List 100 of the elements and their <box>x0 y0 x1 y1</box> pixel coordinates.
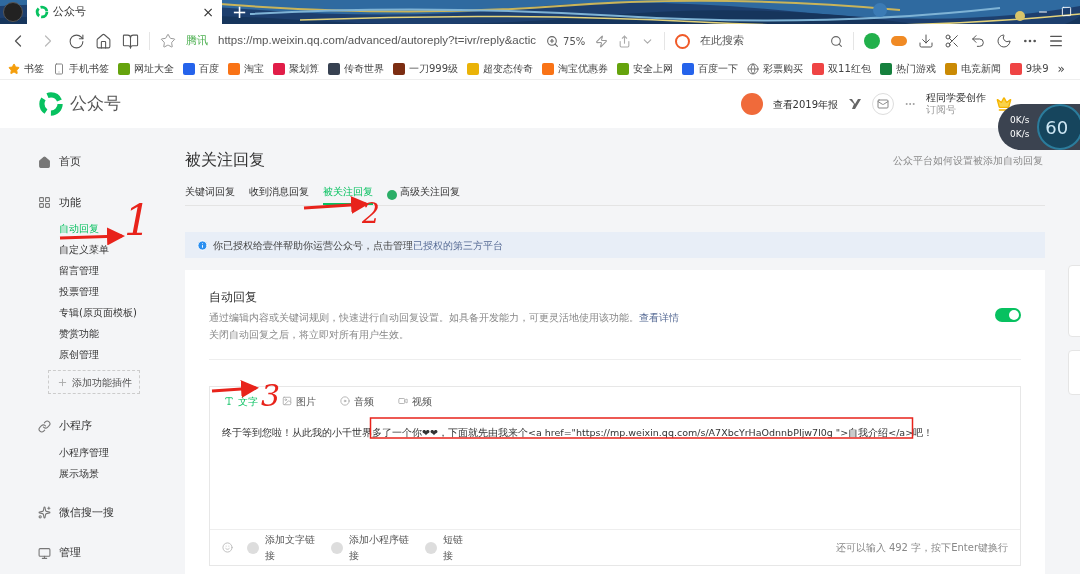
section-icon <box>38 196 51 210</box>
tool-link[interactable]: 添加文字链接 <box>265 531 317 564</box>
tool-link[interactable]: 添加小程序链接 <box>349 531 411 564</box>
tab-close[interactable]: × <box>202 1 214 23</box>
annual-report-link[interactable]: 查看2019年报 <box>772 96 838 112</box>
bookmark-item[interactable]: 淘宝 <box>244 61 264 76</box>
details-link[interactable]: 查看详情 <box>639 312 679 323</box>
section-icon <box>38 419 51 433</box>
site-icon <box>183 62 195 75</box>
site-icon <box>1009 62 1022 75</box>
report-icon[interactable] <box>740 93 763 115</box>
bookmark-item[interactable]: 彩票购买 <box>763 61 804 76</box>
zoom-level[interactable]: 75% <box>563 33 586 49</box>
sidebar-item[interactable]: 赞赏功能 <box>59 326 180 341</box>
section-title: 自动回复 <box>209 289 258 306</box>
sidebar-section[interactable]: 微信搜一搜 <box>59 504 114 521</box>
night-mode-icon[interactable] <box>996 33 1013 49</box>
info-icon <box>197 239 208 251</box>
bookmark-item[interactable]: 手机书签 <box>69 61 109 76</box>
zoom-icon[interactable] <box>546 34 559 48</box>
bookmark-item[interactable]: 百度 <box>199 61 219 76</box>
bookmark-item[interactable]: 9块9 <box>1025 61 1049 76</box>
content-type-tab[interactable]: 图片 <box>296 393 316 409</box>
search-field[interactable]: 在此搜索 <box>700 32 821 50</box>
page-tab[interactable]: 高级关注回复 <box>400 184 460 205</box>
search-engine-icon[interactable] <box>675 33 691 49</box>
sidebar-item[interactable]: 展示场景 <box>59 465 180 481</box>
new-tab-button[interactable]: + <box>232 3 248 21</box>
page-tab[interactable]: 收到消息回复 <box>249 184 309 205</box>
site-icon <box>273 62 285 75</box>
bookmark-item[interactable]: 传奇世界 <box>344 61 384 76</box>
notice-link[interactable]: 已授权的第三方平台 <box>413 239 503 251</box>
lightning-icon[interactable] <box>595 34 609 48</box>
menu-icon[interactable] <box>1048 33 1065 49</box>
speed-widget[interactable]: 0K/s 0K/s 60 <box>998 104 1080 150</box>
sidebar-section[interactable]: 首页 <box>59 154 81 171</box>
plugin-icon <box>387 189 397 200</box>
home-icon[interactable] <box>95 32 112 50</box>
type-icon <box>340 396 350 406</box>
browser-tab[interactable]: 公众号 × <box>27 0 222 24</box>
scissors-icon[interactable] <box>944 33 961 49</box>
bookmark-item[interactable]: 淘宝优惠券 <box>558 61 609 76</box>
sidebar-section[interactable]: 功能 <box>59 194 81 211</box>
reload-icon[interactable] <box>68 32 85 50</box>
sidebar-item[interactable]: 小程序管理 <box>59 444 180 460</box>
phone-icon <box>53 62 65 75</box>
tool-link[interactable]: 短链接 <box>443 531 465 564</box>
maximize-icon[interactable] <box>1061 6 1072 17</box>
y-icon[interactable] <box>848 98 862 110</box>
star-icon[interactable] <box>160 33 176 49</box>
account-name[interactable]: 程同学爱创作 <box>926 91 986 104</box>
link-icon <box>247 541 259 554</box>
bookmark-item[interactable]: 百度一下 <box>698 61 739 76</box>
bookmark-item[interactable]: 双11红包 <box>828 61 871 76</box>
bookmark-item[interactable]: 聚划算 <box>289 61 319 76</box>
site-logo-text: 公众号 <box>70 92 121 116</box>
sidebar-section[interactable]: 小程序 <box>59 418 92 435</box>
link-icon <box>425 541 437 554</box>
extension-icon[interactable] <box>864 33 881 49</box>
type-icon <box>224 396 234 406</box>
bookmark-item[interactable]: 超变态传奇 <box>483 61 534 76</box>
sidebar-item[interactable]: 投票管理 <box>59 284 180 299</box>
sidebar-item[interactable]: 留言管理 <box>59 263 180 278</box>
more-bookmarks[interactable]: » <box>1057 59 1065 78</box>
sidebar-item[interactable]: 原创管理 <box>59 347 180 362</box>
section-icon <box>38 155 51 169</box>
book-icon[interactable] <box>122 32 139 50</box>
site-icon <box>118 62 130 75</box>
toggle-switch[interactable] <box>995 308 1021 322</box>
bookmark-item[interactable]: 书签 <box>24 61 44 76</box>
gamepad-icon[interactable] <box>890 35 909 47</box>
annotation-number: 3 <box>261 381 281 411</box>
plus-icon <box>56 376 68 388</box>
bookmark-star-icon <box>8 62 20 75</box>
bookmark-item[interactable]: 一刀999级 <box>409 61 459 76</box>
notice-text: 你已授权给壹伴帮助你运营公众号，点击管理已授权的第三方平台 <box>213 238 503 253</box>
sidebar-item[interactable]: 自定义菜单 <box>59 242 180 257</box>
character-counter: 还可以输入 492 字，按下Enter键换行 <box>835 541 1008 555</box>
url-field[interactable]: https://mp.weixin.qq.com/advanced/autoreply?t=ivr/reply&actic <box>218 32 536 50</box>
undo-icon[interactable] <box>970 33 987 49</box>
share-icon[interactable] <box>618 34 632 48</box>
sidebar-item[interactable]: 专辑(原页面模板) <box>59 305 180 320</box>
bookmark-item[interactable]: 网址大全 <box>134 61 174 76</box>
site-label: 腾讯 <box>186 32 208 49</box>
content-type-tab[interactable]: 视频 <box>412 393 432 409</box>
bookmark-item[interactable]: 热门游戏 <box>895 61 936 76</box>
page-tab[interactable]: 关键词回复 <box>185 184 235 205</box>
site-icon <box>682 62 695 75</box>
search-icon[interactable] <box>830 34 844 48</box>
add-plugin-button[interactable]: 添加功能插件 <box>48 370 140 394</box>
site-icon <box>617 62 630 75</box>
help-link[interactable]: 公众平台如何设置被添加自动回复 <box>893 152 1043 168</box>
download-icon[interactable] <box>918 33 935 49</box>
sidebar-section[interactable]: 管理 <box>59 545 81 562</box>
bookmark-item[interactable]: 安全上网 <box>633 61 674 76</box>
content-type-tab[interactable]: 音频 <box>354 393 374 409</box>
bookmark-item[interactable]: 电竞新闻 <box>960 61 1001 76</box>
site-icon <box>812 62 825 75</box>
site-icon <box>467 62 480 75</box>
globe-icon <box>747 62 760 75</box>
